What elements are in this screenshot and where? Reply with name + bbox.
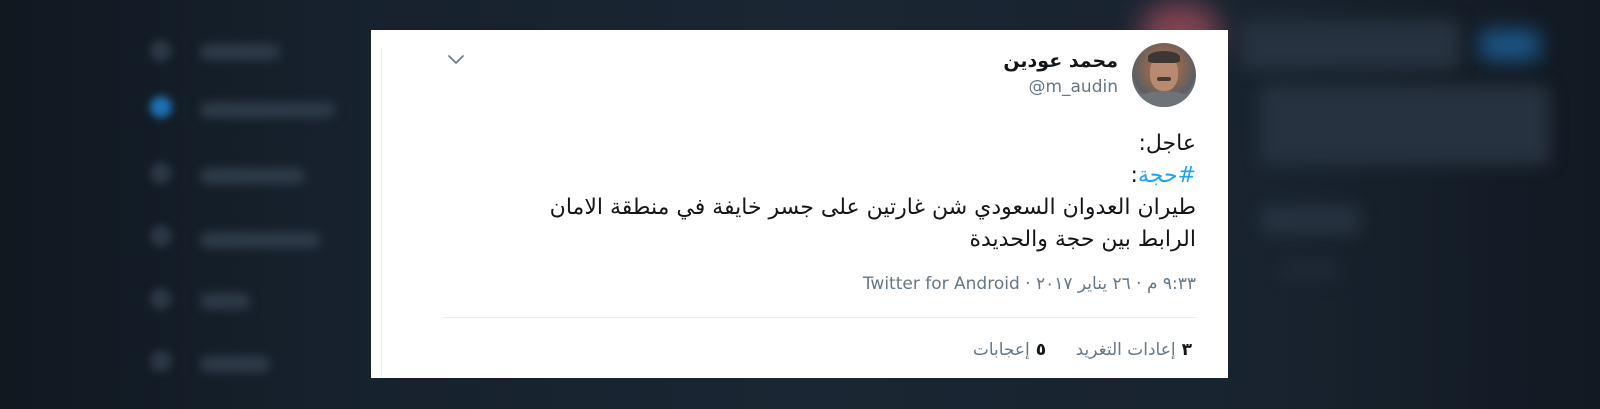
- tweet-card: محمد عودين @m_audin عاجل: #حجة: طيران ال…: [371, 30, 1228, 378]
- meta-separator: ·: [1019, 274, 1036, 294]
- background-blur-row: [200, 293, 250, 309]
- chevron-down-icon[interactable]: [445, 48, 467, 70]
- background-blur-row: [200, 102, 335, 118]
- background-blur-icon: [150, 96, 172, 118]
- hashtag-suffix: :: [1130, 163, 1138, 188]
- tweet-text-line: #حجة:: [446, 160, 1196, 192]
- card-divider: [381, 48, 382, 378]
- background-blur-icon: [150, 350, 172, 372]
- likes-label: إعجابات: [972, 340, 1030, 360]
- stats-divider: [443, 317, 1196, 318]
- tweet-timestamp[interactable]: ٩:٣٣ م · ٢٦ يناير ٢٠١٧: [1036, 274, 1196, 294]
- background-blur-block: [1240, 20, 1460, 70]
- background-blur-highlight: [1480, 30, 1540, 60]
- retweets-count: ٣: [1181, 340, 1192, 360]
- author-display-name[interactable]: محمد عودين: [1003, 50, 1118, 72]
- avatar-shirt: [1136, 91, 1192, 107]
- background-blur-icon: [150, 288, 172, 310]
- tweet-text-line: عاجل:: [1138, 131, 1196, 156]
- tweet-meta: ٩:٣٣ م · ٢٦ يناير ٢٠١٧ · Twitter for And…: [863, 274, 1196, 294]
- background-blur-icon: [150, 225, 172, 247]
- tweet-text-line: طيران العدوان السعودي شن غارتين على جسر …: [549, 195, 1196, 220]
- background-blur-row: [200, 168, 305, 184]
- background-blur-icon: [150, 162, 172, 184]
- avatar-hair: [1148, 51, 1180, 63]
- retweets-label: إعادات التغريد: [1075, 340, 1176, 360]
- background-blur-block: [1280, 260, 1340, 280]
- likes-stat[interactable]: ٥إعجابات: [973, 340, 1046, 360]
- background-blur-row: [200, 232, 320, 248]
- background-blur-icon: [150, 40, 172, 62]
- hashtag-link[interactable]: #حجة: [1138, 163, 1196, 188]
- author-avatar[interactable]: [1132, 43, 1196, 107]
- background-blur-block: [1260, 205, 1360, 235]
- tweet-text-line: الرابط بين حجة والحديدة: [969, 227, 1196, 252]
- tweet-source[interactable]: Twitter for Android: [863, 274, 1020, 294]
- retweets-stat[interactable]: ٣إعادات التغريد: [1076, 340, 1192, 360]
- likes-count: ٥: [1035, 340, 1047, 360]
- tweet-text: عاجل: #حجة: طيران العدوان السعودي شن غار…: [446, 128, 1196, 256]
- tweet-stats: ٣إعادات التغريد ٥إعجابات: [949, 340, 1192, 360]
- background-blur-row: [200, 44, 280, 60]
- background-blur-row: [200, 356, 270, 372]
- background-blur-block: [1260, 85, 1550, 165]
- avatar-mustache: [1157, 77, 1171, 81]
- author-username[interactable]: @m_audin: [1028, 77, 1118, 97]
